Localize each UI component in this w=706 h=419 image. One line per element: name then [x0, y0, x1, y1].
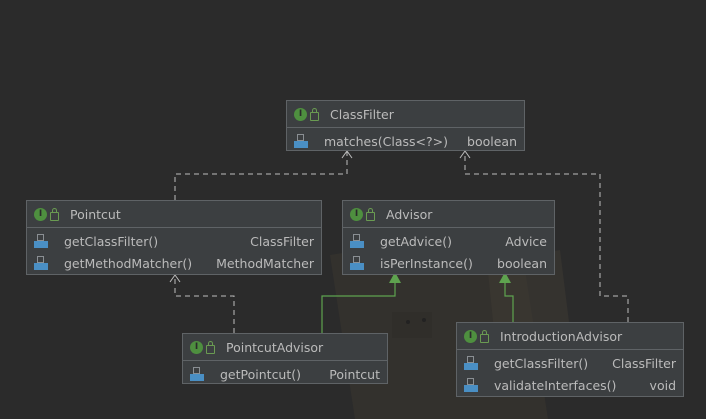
pointcut-advisor-box[interactable]: I PointcutAdvisor getPointcut() Pointcut: [182, 333, 388, 384]
method-icon: [464, 356, 478, 370]
method-name: validateInterfaces(): [494, 377, 617, 393]
method-icon: [350, 256, 364, 270]
method-return-type: Pointcut: [329, 366, 380, 382]
method-return-type: void: [649, 377, 676, 393]
introduction-advisor-method-row: getClassFilter() ClassFilter: [457, 352, 683, 374]
method-icon: [464, 378, 478, 392]
method-return-type: boolean: [467, 133, 517, 149]
lock-icon: [50, 207, 59, 221]
pointcut-method-row: getClassFilter() ClassFilter: [27, 230, 321, 252]
lock-icon: [310, 107, 319, 121]
pointcut-advisor-method-row: getPointcut() Pointcut: [183, 363, 387, 385]
method-name: isPerInstance(): [380, 255, 473, 271]
class-filter-method-row: matches(Class<?>) boolean: [287, 130, 524, 152]
interface-icon: I: [190, 340, 203, 354]
pointcut-title: Pointcut: [70, 206, 121, 222]
method-return-type: Advice: [505, 233, 547, 249]
advisor-method-row: isPerInstance() boolean: [343, 252, 554, 274]
method-name: getMethodMatcher(): [64, 255, 193, 271]
interface-icon: I: [464, 329, 477, 343]
method-return-type: ClassFilter: [250, 233, 314, 249]
introduction-advisor-box[interactable]: I IntroductionAdvisor getClassFilter() C…: [456, 322, 684, 397]
method-icon: [190, 367, 204, 381]
pointcut-method-row: getMethodMatcher() MethodMatcher: [27, 252, 321, 274]
advisor-header: I Advisor: [343, 201, 554, 228]
method-name: getPointcut(): [220, 366, 302, 382]
introduction-advisor-header: I IntroductionAdvisor: [457, 323, 683, 350]
dependency-line-pointcut-classfilter: [174, 152, 348, 200]
dependency-line-pointcutadvisor-pointcut: [174, 276, 235, 333]
extends-line-pointcutadvisor-advisor: [321, 282, 396, 333]
lock-icon: [206, 340, 215, 354]
method-icon: [34, 234, 48, 248]
advisor-method-row: getAdvice() Advice: [343, 230, 554, 252]
introduction-advisor-method-row: validateInterfaces() void: [457, 374, 683, 396]
method-name: getClassFilter(): [64, 233, 159, 249]
method-icon: [350, 234, 364, 248]
pointcut-header: I Pointcut: [27, 201, 321, 228]
interface-icon: I: [294, 107, 307, 121]
introduction-advisor-title: IntroductionAdvisor: [500, 328, 623, 344]
interface-icon: I: [34, 207, 47, 221]
method-name: matches(Class<?>): [324, 133, 448, 149]
advisor-box[interactable]: I Advisor getAdvice() Advice isPerInstan…: [342, 200, 555, 275]
pointcut-advisor-header: I PointcutAdvisor: [183, 334, 387, 361]
pointcut-advisor-title: PointcutAdvisor: [226, 339, 324, 355]
extends-line-introductionadvisor-advisor: [504, 282, 514, 322]
method-icon: [34, 256, 48, 270]
method-name: getClassFilter(): [494, 355, 589, 371]
pointcut-box[interactable]: I Pointcut getClassFilter() ClassFilter …: [26, 200, 322, 275]
advisor-title: Advisor: [386, 206, 433, 222]
method-return-type: ClassFilter: [612, 355, 676, 371]
method-return-type: boolean: [497, 255, 547, 271]
lock-icon: [480, 329, 489, 343]
method-name: getAdvice(): [380, 233, 452, 249]
class-filter-header: I ClassFilter: [287, 101, 524, 128]
method-return-type: MethodMatcher: [216, 255, 314, 271]
lock-icon: [366, 207, 375, 221]
method-icon: [294, 134, 308, 148]
class-filter-box[interactable]: I ClassFilter matches(Class<?>) boolean: [286, 100, 525, 151]
class-filter-title: ClassFilter: [330, 106, 394, 122]
interface-icon: I: [350, 207, 363, 221]
